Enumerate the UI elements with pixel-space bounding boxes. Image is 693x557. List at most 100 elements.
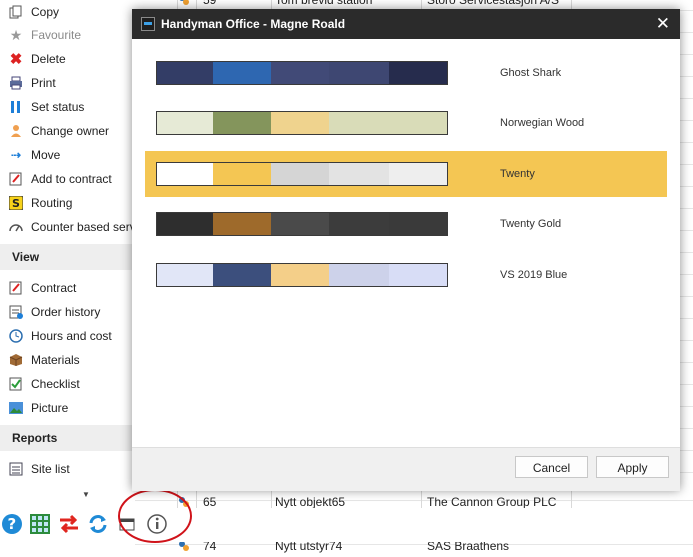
routing-icon: S — [9, 196, 23, 210]
color-swatch — [271, 213, 329, 235]
sidebar: Copy ★ Favourite ✖ Delete Print Set status Chan… — [0, 0, 144, 542]
sidebar-section-reports[interactable]: Reports — [0, 425, 135, 451]
gauge-icon — [9, 220, 23, 234]
app-logo-icon — [141, 17, 155, 31]
sidebar-item-set-status[interactable]: Set status — [0, 95, 135, 119]
color-swatch — [213, 264, 271, 286]
svg-text:?: ? — [8, 515, 17, 533]
color-swatch — [157, 112, 213, 134]
sidebar-item-counter-based-servic[interactable]: Counter based servic — [0, 215, 144, 239]
grid-icon[interactable] — [29, 513, 51, 535]
color-swatch-strip — [156, 263, 448, 287]
swap-arrows-icon[interactable] — [58, 513, 80, 535]
sidebar-item-favourite[interactable]: ★ Favourite — [0, 23, 135, 47]
color-swatch — [213, 213, 271, 235]
star-icon: ★ — [9, 26, 23, 43]
sidebar-item-label: Site list — [31, 462, 70, 476]
sidebar-item-label: Materials — [31, 353, 80, 367]
color-swatch-strip — [156, 162, 448, 186]
color-swatch-strip — [156, 61, 448, 85]
svg-text:S: S — [12, 197, 20, 210]
color-swatch — [389, 264, 447, 286]
theme-name: Norwegian Wood — [500, 117, 585, 129]
sidebar-item-hours-and-cost[interactable]: Hours and cost — [0, 324, 135, 348]
picture-icon — [9, 401, 23, 415]
sync-icon[interactable] — [87, 513, 109, 535]
theme-option-ghost-shark[interactable]: Ghost Shark — [145, 50, 667, 96]
color-swatch — [157, 62, 213, 84]
sidebar-item-label: Print — [31, 76, 56, 90]
theme-list: Ghost Shark Norwegian Wood Twenty Twenty Go… — [132, 39, 680, 447]
site-list-icon — [9, 462, 23, 476]
theme-name: Twenty Gold — [500, 218, 562, 230]
delete-x-icon: ✖ — [9, 51, 23, 68]
person-icon — [9, 124, 23, 138]
sidebar-item-label: Contract — [31, 281, 77, 295]
box-icon — [9, 353, 23, 367]
sidebar-item-change-owner[interactable]: Change owner — [0, 119, 135, 143]
theme-name: Ghost Shark — [500, 67, 562, 79]
sidebar-item-move[interactable]: ⇢ Move — [0, 143, 135, 167]
color-swatch-strip — [156, 111, 448, 135]
apply-button[interactable]: Apply — [596, 456, 669, 478]
close-icon[interactable]: ✕ — [656, 9, 670, 39]
color-swatch — [329, 163, 389, 185]
color-swatch — [389, 112, 447, 134]
theme-option-twenty-gold[interactable]: Twenty Gold — [145, 201, 667, 247]
sidebar-item-label: Change owner — [31, 124, 110, 138]
theme-option-vs-2019-blue[interactable]: VS 2019 Blue — [145, 252, 667, 298]
color-swatch — [329, 213, 389, 235]
status-bars-icon — [9, 100, 23, 114]
move-arrow-icon: ⇢ — [10, 148, 22, 162]
sidebar-item-site-list[interactable]: Site list — [0, 457, 135, 481]
sidebar-item-copy[interactable]: Copy — [0, 0, 135, 24]
sidebar-item-label: Counter based servic — [31, 220, 145, 234]
theme-name: VS 2019 Blue — [500, 269, 568, 281]
sidebar-item-label: Move — [31, 148, 61, 162]
sidebar-item-label: Add to contract — [31, 172, 112, 186]
clock-icon — [9, 329, 23, 343]
sidebar-item-print[interactable]: Print — [0, 71, 135, 95]
color-swatch — [389, 163, 447, 185]
sidebar-item-add-to-contract[interactable]: Add to contract — [0, 167, 135, 191]
color-swatch — [389, 213, 447, 235]
sidebar-item-contract[interactable]: Contract — [0, 276, 135, 300]
theme-option-twenty[interactable]: Twenty — [145, 151, 667, 197]
color-swatch — [157, 264, 213, 286]
color-swatch — [329, 264, 389, 286]
sidebar-item-picture[interactable]: Picture — [0, 396, 135, 420]
sidebar-item-label: Picture — [31, 401, 69, 415]
sidebar-section-label: View — [12, 250, 40, 264]
contract-icon — [9, 281, 23, 295]
sidebar-item-label: Order history — [31, 305, 101, 319]
sidebar-section-label: Reports — [12, 431, 58, 445]
checklist-icon — [9, 377, 23, 391]
sidebar-item-materials[interactable]: Materials — [0, 348, 135, 372]
sidebar-item-label: Delete — [31, 52, 66, 66]
help-icon[interactable]: ? — [1, 513, 23, 535]
color-swatch — [389, 62, 447, 84]
color-swatch — [157, 213, 213, 235]
sidebar-item-routing[interactable]: S Routing — [0, 191, 135, 215]
theme-option-norwegian-wood[interactable]: Norwegian Wood — [145, 100, 667, 146]
sidebar-item-label: Checklist — [31, 377, 80, 391]
sidebar-item-checklist[interactable]: Checklist — [0, 372, 135, 396]
dialog-titlebar[interactable]: Handyman Office - Magne Roald ✕ — [132, 9, 680, 39]
print-icon — [9, 76, 23, 90]
color-swatch-strip — [156, 212, 448, 236]
cancel-button[interactable]: Cancel — [515, 456, 588, 478]
color-swatch — [271, 163, 329, 185]
add-contract-icon — [9, 172, 23, 186]
dialog-title: Handyman Office - Magne Roald — [161, 17, 346, 31]
scroll-down-icon[interactable]: ▼ — [82, 490, 90, 499]
sidebar-item-label: Set status — [31, 100, 85, 114]
sidebar-section-view[interactable]: View — [0, 244, 135, 270]
highlight-circle — [118, 489, 192, 543]
copy-icon — [9, 5, 23, 19]
color-swatch — [271, 112, 329, 134]
sidebar-item-order-history[interactable]: Order history — [0, 300, 135, 324]
sidebar-item-label: Hours and cost — [31, 329, 112, 343]
sidebar-item-label: Favourite — [31, 28, 82, 42]
sidebar-item-delete[interactable]: ✖ Delete — [0, 47, 135, 71]
sidebar-item-label: Routing — [31, 196, 73, 210]
